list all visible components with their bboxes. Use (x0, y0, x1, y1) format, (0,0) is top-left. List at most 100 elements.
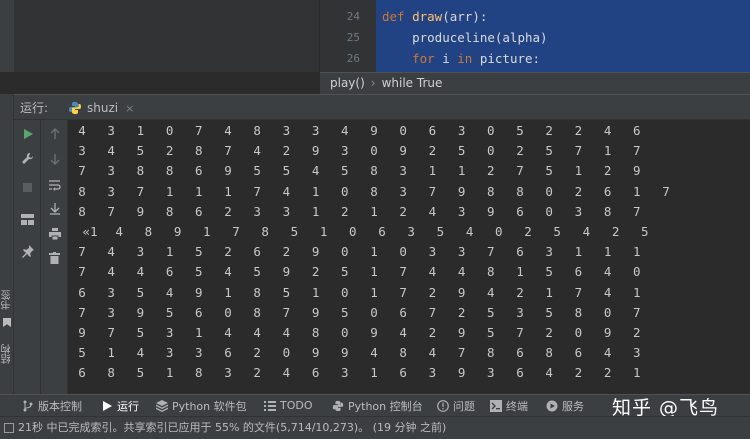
console-digit: 3 (282, 203, 291, 219)
console-digit: 0 (341, 244, 349, 260)
pin-tab-button[interactable] (18, 242, 37, 261)
console-digit: 7 (136, 183, 145, 199)
console-digit: 3 (282, 123, 291, 138)
breadcrumb-item[interactable]: while True (382, 76, 443, 90)
console-digit: 3 (165, 345, 174, 361)
console-digit: 8 (261, 224, 269, 239)
scroll-to-end-button[interactable] (45, 199, 64, 218)
console-digit: 1 (311, 183, 320, 199)
close-icon[interactable]: × (125, 102, 134, 115)
console-digit: 7 (633, 143, 641, 159)
console-digit: 7 (487, 244, 495, 260)
console-digit: 4 (545, 365, 553, 381)
wrench-icon (22, 152, 34, 164)
problems-tab[interactable]: 问题 (437, 395, 475, 416)
console-digit: 5 (136, 284, 145, 300)
stop-button[interactable] (18, 178, 37, 197)
console-digit: 5 (545, 304, 553, 320)
breadcrumb-item[interactable]: play() (330, 76, 365, 90)
soft-wrap-button[interactable] (45, 175, 64, 194)
code-token: in (457, 51, 473, 66)
modify-run-config-button[interactable] (18, 149, 37, 168)
console-digit: 6 (378, 224, 386, 239)
console-digit: 0 (370, 304, 378, 320)
run-tab-shuzi[interactable]: shuzi × (62, 97, 140, 119)
left-tool-strip: 书签 结构 (0, 94, 14, 394)
console-digit: 8 (165, 203, 174, 219)
console-digit: 1 (428, 163, 437, 179)
arrow-down-icon (50, 153, 59, 165)
console-digit: 1 (370, 284, 378, 300)
console-digit: 4 (224, 123, 232, 138)
restore-layout-button[interactable] (18, 210, 37, 229)
console-digit: 7 (457, 345, 466, 361)
python-packages-tab[interactable]: Python 软件包 (156, 395, 247, 416)
code-line: produceline(alpha) (382, 27, 547, 49)
console-output[interactable]: 4310748334906305224634528742930925025717… (68, 120, 750, 394)
console-digit: 1 (224, 284, 232, 300)
code-token: for (412, 51, 435, 66)
console-digit: 9 (487, 203, 495, 219)
console-digit: 5 (78, 345, 86, 361)
run-icon (103, 400, 112, 411)
console-digit: 4 (253, 143, 261, 159)
console-digit: 1 (224, 183, 232, 199)
console-digit: 9 (457, 284, 466, 300)
console-digit: 8 (574, 304, 583, 320)
console-digit: 5 (487, 304, 495, 320)
services-tab[interactable]: 服务 (546, 395, 584, 416)
console-digit: 7 (78, 264, 86, 280)
console-digit: 8 (253, 284, 261, 300)
console-digit: 7 (516, 325, 524, 340)
todo-tab[interactable]: TODO (264, 395, 313, 416)
services-icon (546, 400, 558, 411)
console-digit: 4 (282, 325, 291, 340)
console-digit: 5 (341, 163, 349, 179)
console-digit: 3 (574, 203, 583, 219)
console-digit: 0 (603, 304, 612, 320)
status-square-icon[interactable] (4, 423, 14, 433)
console-digit: 0 (341, 325, 349, 340)
console-digit: 9 (78, 325, 86, 340)
console-digit: 8 (195, 365, 203, 381)
python-console-tab[interactable]: Python 控制台 (332, 395, 423, 416)
rerun-button[interactable] (18, 124, 37, 143)
console-digit: 2 (253, 365, 261, 381)
version-control-tab[interactable]: 版本控制 (22, 395, 82, 416)
console-digit: 5 (253, 163, 261, 179)
console-digit: 6 (195, 203, 203, 219)
code-token: i (434, 51, 458, 66)
console-digit: 3 (107, 123, 115, 138)
console-digit: 5 (136, 325, 145, 340)
console-digit: 2 (574, 183, 583, 199)
code-token: draw (412, 9, 443, 24)
console-digit: 6 (516, 244, 524, 260)
clear-all-button[interactable] (45, 248, 64, 267)
console-digit: 8 (487, 183, 495, 199)
terminal-tab[interactable]: 终端 (490, 395, 528, 416)
print-button[interactable] (45, 224, 64, 243)
console-digit: 3 (107, 183, 115, 199)
console-digit: 8 (545, 345, 553, 361)
console-digit: 8 (399, 345, 407, 361)
console-digit: 7 (107, 325, 115, 340)
console-digit: 8 (516, 183, 524, 199)
console-digit: 5 (290, 224, 299, 239)
console-digit: 6 (603, 183, 612, 199)
bookmarks-tab[interactable]: 书签 (0, 290, 14, 310)
run-toolbar-primary (14, 120, 41, 394)
console-digit: 7 (78, 304, 86, 320)
scroll-up-button[interactable] (45, 124, 64, 143)
structure-tab[interactable]: 结构 (0, 344, 14, 364)
run-tool-tab[interactable]: 运行 (101, 395, 139, 416)
console-digit: 2 (487, 163, 495, 179)
console-digit: 7 (633, 304, 641, 320)
console-digit: 9 (195, 284, 203, 300)
code-token: picture: (472, 51, 541, 66)
console-digit: 3 (195, 345, 203, 361)
code-editor[interactable]: def draw(arr): produceline(alpha) for i … (376, 0, 750, 72)
console-digit: 5 (436, 224, 445, 239)
console-digit: 5 (487, 325, 495, 340)
scroll-down-button[interactable] (45, 149, 64, 168)
console-digit: 3 (253, 203, 261, 219)
